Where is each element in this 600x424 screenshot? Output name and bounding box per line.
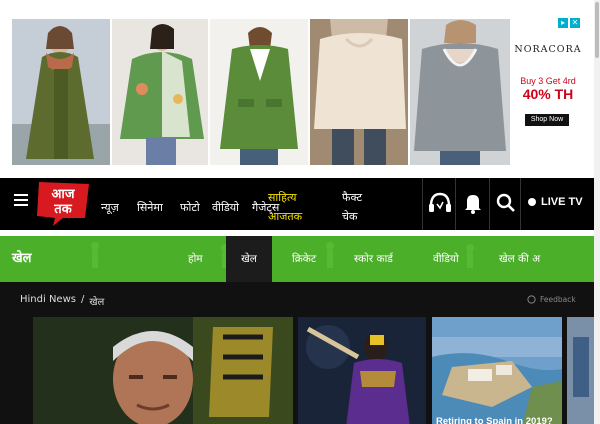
ad-offer-line: Buy 3 Get 4rd	[520, 76, 576, 86]
ad-offer-big: 40% TH	[522, 86, 574, 102]
ad-product-olive-coat[interactable]	[12, 19, 110, 165]
breadcrumb: Hindi News / खेल	[20, 294, 104, 308]
svg-text:तक: तक	[53, 202, 72, 217]
tab-more-sports[interactable]: खेल की अ	[499, 236, 540, 282]
tab-cricket[interactable]: क्रिकेट	[292, 236, 316, 282]
bell-icon[interactable]	[458, 188, 488, 218]
ad-brand: NORACORA	[514, 44, 582, 55]
scrollbar-thumb[interactable]	[595, 2, 599, 58]
ad-info-icon[interactable]: ▸	[558, 18, 568, 28]
live-tv-button[interactable]: LIVE TV	[520, 184, 592, 220]
ad-product-floral-shirt[interactable]	[112, 19, 208, 165]
nav-sahitya-line1: साहित्य	[268, 191, 297, 204]
svg-text:आज: आज	[52, 187, 76, 202]
menu-icon[interactable]	[14, 194, 28, 206]
nav-sahitya-line2: आजतक	[268, 210, 303, 223]
ad-banner[interactable]: ▸ ✕ NORACORA Buy 3 Get 4rd 40% TH Shop N…	[10, 16, 582, 166]
live-tv-label: LIVE TV	[541, 196, 583, 208]
tab-scorecard[interactable]: स्कोर कार्ड	[354, 236, 393, 282]
feedback-label: Feedback	[540, 295, 576, 304]
content-area: Hindi News / खेल Feedback Retiring to Sp…	[0, 282, 594, 424]
header-divider	[489, 178, 490, 230]
ad-product-beige-sweater[interactable]	[310, 19, 408, 165]
feedback-icon	[527, 295, 536, 304]
search-icon[interactable]	[491, 188, 521, 218]
nav-photo[interactable]: फोटो	[180, 200, 200, 215]
ad-choices[interactable]: ▸ ✕	[558, 18, 580, 28]
ad-close-icon[interactable]: ✕	[570, 18, 580, 28]
tab-video[interactable]: वीडियो	[433, 236, 459, 282]
breadcrumb-separator: /	[80, 294, 85, 305]
nav-fact-line1: फैक्ट	[342, 191, 363, 204]
tab-home[interactable]: होम	[188, 236, 203, 282]
card-caption: Retiring to Spain in 2019?	[436, 416, 553, 424]
ad-shop-button[interactable]: Shop Now	[525, 114, 569, 126]
sports-section-bar: खेल होम खेल क्रिकेट स्कोर कार्ड वीडियो ख…	[0, 236, 594, 282]
ad-product-grey-sweater[interactable]	[410, 19, 510, 165]
page: ▸ ✕ NORACORA Buy 3 Get 4rd 40% TH Shop N…	[0, 0, 600, 424]
nav-news[interactable]: न्यूज़	[101, 200, 119, 215]
live-dot-icon	[528, 198, 536, 206]
sports-title: खेल	[12, 251, 32, 266]
main-header: आज तक न्यूज़ सिनेमा फोटो वीडियो गैजेट्स …	[0, 178, 594, 230]
news-card[interactable]: Retiring to Spain in 2019?	[432, 317, 562, 424]
nav-cinema[interactable]: सिनेमा	[137, 200, 163, 215]
aajtak-logo[interactable]: आज तक	[33, 178, 93, 228]
ad-product-green-cardigan[interactable]	[210, 19, 308, 165]
nav-sahitya-aajtak[interactable]: साहित्य आजतक	[268, 188, 302, 226]
tab-sports-active[interactable]: खेल	[226, 236, 272, 282]
breadcrumb-home[interactable]: Hindi News	[20, 294, 76, 308]
header-divider	[422, 178, 423, 230]
headphones-icon[interactable]	[425, 188, 455, 218]
nav-fact-line2: चेक	[342, 210, 358, 223]
breadcrumb-current: खेल	[89, 297, 105, 308]
feedback-link[interactable]: Feedback	[527, 295, 576, 304]
header-divider	[455, 178, 456, 230]
nav-fact-check[interactable]: फैक्ट चेक	[342, 188, 362, 226]
news-card[interactable]	[567, 317, 594, 424]
news-card[interactable]	[298, 317, 426, 424]
nav-video[interactable]: वीडियो	[212, 200, 239, 215]
page-scrollbar[interactable]	[594, 0, 600, 424]
news-card[interactable]	[33, 317, 293, 424]
